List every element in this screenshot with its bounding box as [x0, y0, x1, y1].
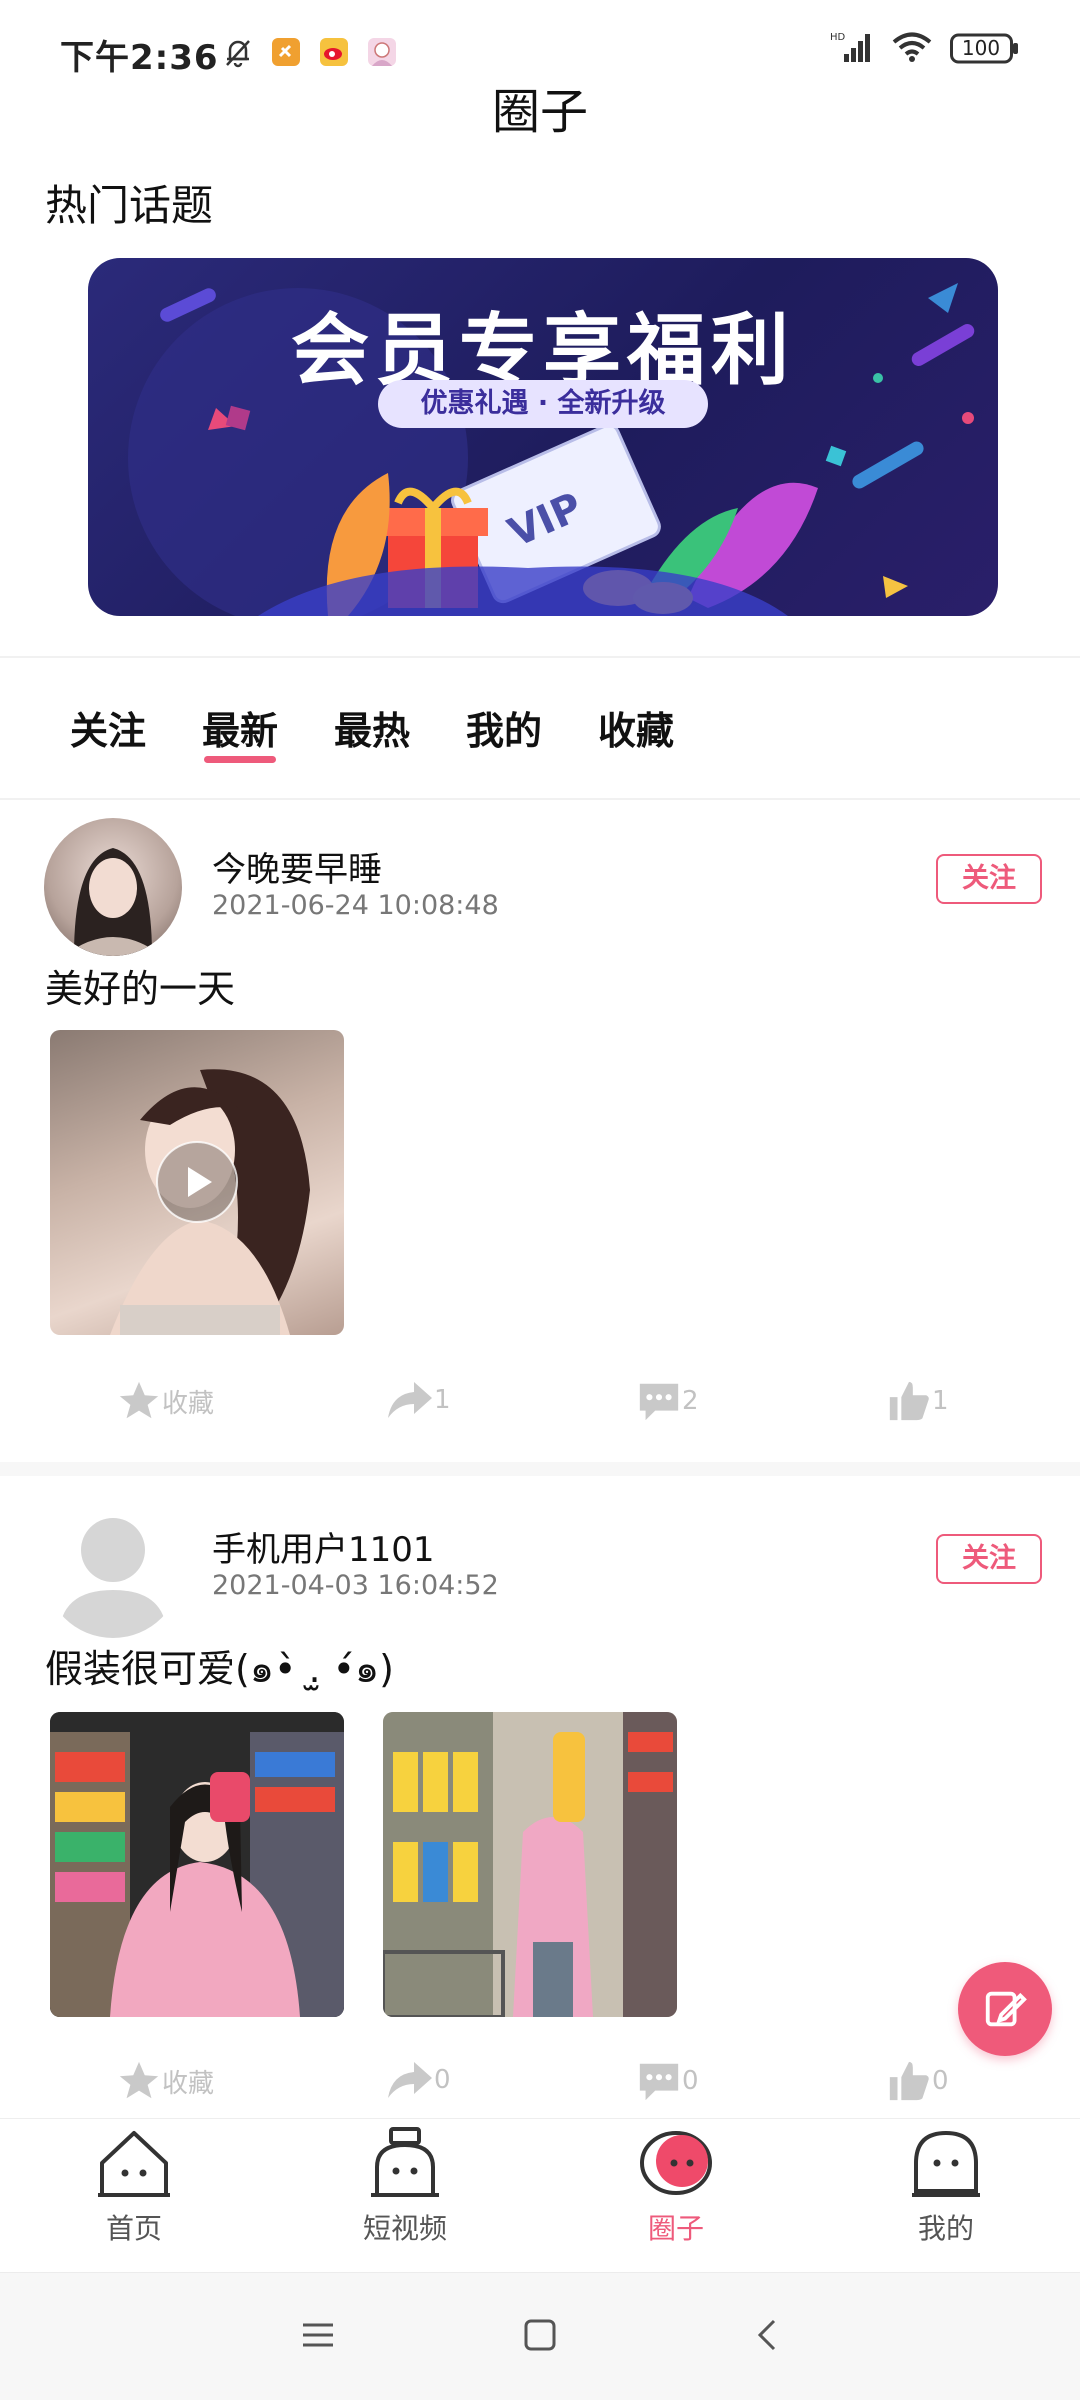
tab-latest[interactable]: 最新 — [202, 700, 334, 763]
mute-bell-icon — [218, 32, 258, 72]
feed-tabs: 关注 最新 最热 我的 收藏 — [70, 700, 730, 763]
comment-bubble-icon — [639, 1383, 679, 1421]
page-title: 圈子 — [491, 84, 588, 140]
share-count: 1 — [434, 1385, 451, 1415]
circle-bubble-icon — [640, 2131, 712, 2195]
member-benefits-banner[interactable]: VIP 会员专享福利 优惠礼遇 · 全新升级 — [88, 258, 998, 616]
edit-note-icon — [985, 1991, 1027, 2027]
post-time: 2021-04-03 16:04:52 — [212, 1570, 499, 1601]
tab-favorites[interactable]: 收藏 — [598, 700, 730, 755]
post-username[interactable]: 今晚要早睡 — [212, 842, 382, 891]
nav-home[interactable]: 首页 — [54, 2125, 214, 2247]
thumbs-up-icon — [889, 1381, 929, 1421]
post-separator — [0, 1462, 1080, 1476]
post-image[interactable] — [383, 1712, 677, 2017]
tab-hottest[interactable]: 最热 — [334, 700, 466, 755]
star-icon — [119, 1381, 159, 1419]
nav-circle[interactable]: 圈子 — [596, 2125, 756, 2247]
tab-mine[interactable]: 我的 — [466, 700, 598, 755]
avatar[interactable] — [44, 1500, 182, 1638]
nav-short-video[interactable]: 短视频 — [325, 2125, 485, 2247]
banner-subtitle: 优惠礼遇 · 全新升级 — [378, 380, 708, 428]
comment-count: 0 — [682, 2066, 699, 2096]
profile-face-icon — [912, 2130, 980, 2197]
post-username[interactable]: 手机用户1101 — [212, 1522, 435, 1571]
share-action[interactable]: 0 — [386, 2058, 451, 2102]
video-thumbnail[interactable] — [50, 1030, 344, 1335]
like-action[interactable]: 1 — [886, 1378, 949, 1424]
svg-text:HD: HD — [830, 32, 846, 43]
home-face-icon — [98, 2131, 170, 2197]
nav-profile[interactable]: 我的 — [866, 2125, 1026, 2247]
follow-button[interactable]: 关注 — [936, 1534, 1042, 1584]
bottom-navigation: 首页 短视频 圈子 我的 — [0, 2118, 1080, 2270]
anime-app-icon — [362, 32, 402, 72]
thumbs-up-icon — [889, 2061, 929, 2101]
post-actions: 收藏 1 2 1 — [0, 1378, 1080, 1438]
nav-home-label: 首页 — [105, 2212, 162, 2245]
like-action[interactable]: 0 — [886, 2058, 949, 2104]
menu-icon[interactable] — [300, 2317, 336, 2357]
post-text: 假装很可爱(๑•̀ .̫ •́๑) — [45, 1647, 394, 1691]
share-count: 0 — [434, 2065, 451, 2095]
follow-button[interactable]: 关注 — [936, 854, 1042, 904]
tab-following[interactable]: 关注 — [70, 700, 202, 755]
favorite-label: 收藏 — [162, 1388, 215, 1419]
hot-topics-heading: 热门话题 — [45, 181, 214, 230]
nav-circle-label: 圈子 — [647, 2212, 704, 2245]
avatar[interactable] — [44, 818, 182, 956]
post-actions: 收藏 0 0 0 — [0, 2058, 1080, 2118]
post-text: 美好的一天 — [45, 967, 236, 1011]
favorite-action[interactable]: 收藏 — [116, 1378, 214, 1424]
compose-post-button[interactable] — [958, 1962, 1052, 2056]
section-divider — [0, 656, 1080, 658]
post-image[interactable] — [50, 1712, 344, 2017]
weibo-icon — [314, 32, 354, 72]
video-robot-icon — [371, 2127, 439, 2197]
back-arrow-icon[interactable] — [750, 2317, 786, 2357]
share-arrow-icon — [388, 2062, 432, 2098]
system-navigation-bar — [0, 2272, 1080, 2400]
status-bar: 下午2:36 HD 100 — [0, 0, 1080, 80]
comment-action[interactable]: 2 — [636, 1378, 699, 1424]
share-action[interactable]: 1 — [386, 1378, 451, 1422]
share-arrow-icon — [388, 1382, 432, 1418]
comment-count: 2 — [682, 1386, 699, 1416]
like-count: 1 — [932, 1386, 949, 1416]
star-icon — [119, 2061, 159, 2099]
play-icon — [156, 1141, 238, 1223]
app-notification-icon — [266, 32, 306, 72]
comment-bubble-icon — [639, 2063, 679, 2101]
nav-short-video-label: 短视频 — [362, 2212, 447, 2245]
signal-icon: HD — [830, 30, 874, 68]
favorite-action[interactable]: 收藏 — [116, 2058, 214, 2104]
like-count: 0 — [932, 2066, 949, 2096]
tabs-divider — [0, 798, 1080, 800]
battery-level: 100 — [961, 36, 1001, 60]
battery-icon: 100 — [950, 33, 1020, 65]
nav-profile-label: 我的 — [917, 2212, 974, 2245]
home-square-icon[interactable] — [522, 2317, 558, 2357]
comment-action[interactable]: 0 — [636, 2058, 699, 2104]
wifi-icon — [892, 31, 932, 67]
post-time: 2021-06-24 10:08:48 — [212, 890, 499, 921]
favorite-label: 收藏 — [162, 2068, 215, 2099]
